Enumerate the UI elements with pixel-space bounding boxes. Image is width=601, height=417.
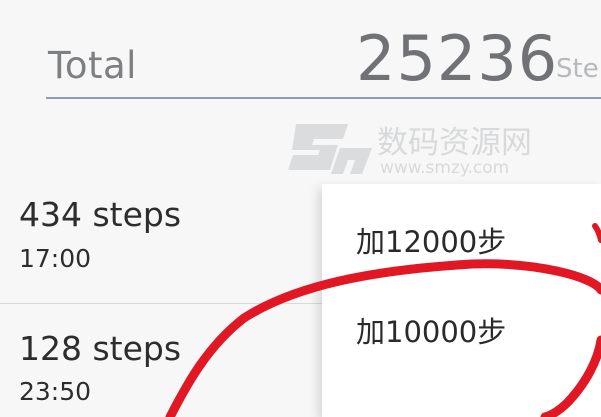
red-annotation-circle bbox=[165, 223, 601, 417]
